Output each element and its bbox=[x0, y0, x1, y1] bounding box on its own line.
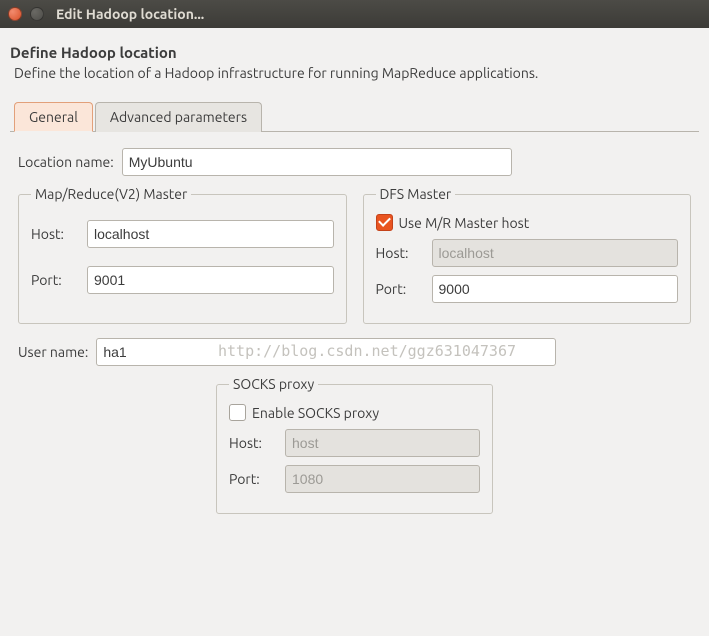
mr-master-group: Map/Reduce(V2) Master Host: Port: bbox=[18, 186, 347, 324]
dfs-master-legend: DFS Master bbox=[376, 186, 456, 202]
tab-advanced[interactable]: Advanced parameters bbox=[95, 102, 262, 132]
mr-port-label: Port: bbox=[31, 272, 73, 288]
socks-proxy-group: SOCKS proxy Enable SOCKS proxy Host: Por… bbox=[216, 376, 493, 514]
page-subtitle: Define the location of a Hadoop infrastr… bbox=[14, 65, 699, 81]
titlebar: Edit Hadoop location... bbox=[0, 0, 709, 28]
enable-socks-checkbox[interactable] bbox=[229, 404, 246, 421]
tab-bar: General Advanced parameters bbox=[14, 101, 699, 131]
minimize-icon[interactable] bbox=[30, 7, 44, 21]
socks-host-label: Host: bbox=[229, 435, 271, 451]
user-name-input[interactable] bbox=[96, 338, 556, 366]
tab-panel-general: Location name: Map/Reduce(V2) Master Hos… bbox=[10, 131, 699, 522]
use-mr-host-checkbox[interactable] bbox=[376, 214, 393, 231]
dfs-port-label: Port: bbox=[376, 281, 418, 297]
dfs-host-input bbox=[432, 239, 679, 267]
mr-port-input[interactable] bbox=[87, 266, 334, 294]
user-name-label: User name: bbox=[18, 344, 88, 360]
mr-host-input[interactable] bbox=[87, 220, 334, 248]
use-mr-host-label: Use M/R Master host bbox=[399, 215, 530, 231]
dialog-content: Define Hadoop location Define the locati… bbox=[0, 28, 709, 522]
socks-port-input bbox=[285, 465, 480, 493]
location-name-input[interactable] bbox=[122, 148, 512, 176]
window-title: Edit Hadoop location... bbox=[56, 6, 204, 22]
socks-host-input bbox=[285, 429, 480, 457]
enable-socks-label: Enable SOCKS proxy bbox=[252, 405, 379, 421]
mr-host-label: Host: bbox=[31, 226, 73, 242]
close-icon[interactable] bbox=[8, 7, 22, 21]
socks-proxy-legend: SOCKS proxy bbox=[229, 376, 318, 392]
dfs-master-group: DFS Master Use M/R Master host Host: Por… bbox=[363, 186, 692, 324]
tab-general[interactable]: General bbox=[14, 102, 93, 132]
location-name-label: Location name: bbox=[18, 154, 114, 170]
dfs-port-input[interactable] bbox=[432, 275, 679, 303]
mr-master-legend: Map/Reduce(V2) Master bbox=[31, 186, 191, 202]
dfs-host-label: Host: bbox=[376, 245, 418, 261]
socks-port-label: Port: bbox=[229, 471, 271, 487]
page-title: Define Hadoop location bbox=[10, 44, 699, 61]
user-name-row: User name: http://blog.csdn.net/ggz63104… bbox=[18, 338, 691, 366]
location-name-row: Location name: bbox=[18, 148, 691, 176]
